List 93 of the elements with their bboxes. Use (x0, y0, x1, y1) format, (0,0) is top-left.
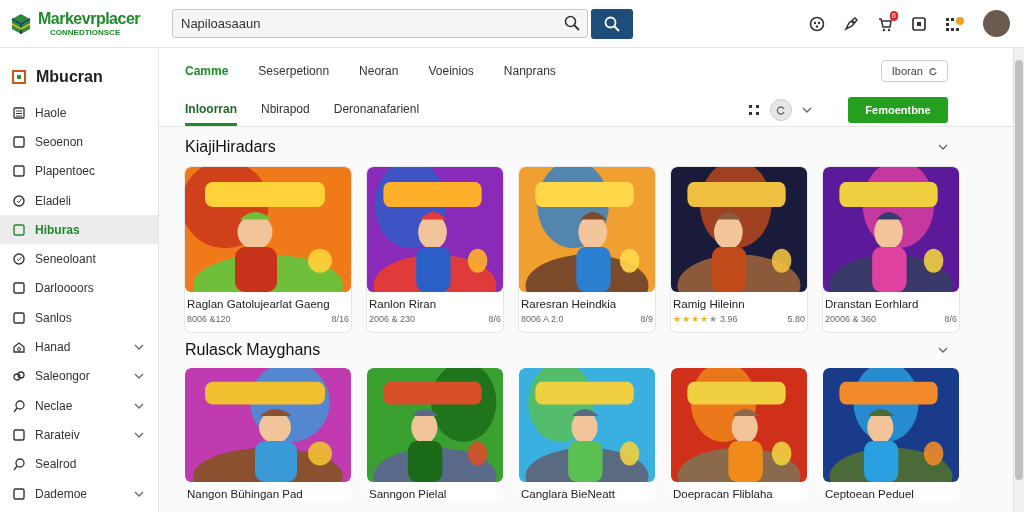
star-icon: ★ (700, 314, 708, 324)
square-icon (12, 134, 26, 149)
list-icon (12, 105, 26, 120)
square-icon (12, 486, 26, 501)
circle-icon (12, 252, 26, 267)
sidebar-item[interactable]: Haole (0, 98, 158, 128)
game-price: 5.80 (787, 314, 805, 324)
game-card[interactable]: Ranlon Riran 2006 & 230 8/6 (367, 167, 503, 332)
refresh-button[interactable] (770, 99, 792, 121)
sidebar-item[interactable]: Saleongor (0, 361, 158, 391)
game-title: Ceptoean Peduel (824, 487, 915, 500)
game-meta: 3.96 (720, 314, 738, 324)
sidebar-item[interactable]: Dademoe (0, 478, 158, 509)
square-icon (12, 281, 26, 296)
collapse-icon (938, 347, 948, 353)
game-card[interactable]: Dranstan Eorhlard 20006 & 360 8/6 (823, 167, 959, 332)
chevron-down-icon (134, 402, 144, 409)
game-price: 8/6 (944, 314, 957, 324)
logo-title: Markevrplacer (38, 10, 140, 28)
game-title: Doepracan Fliblaha (672, 487, 774, 500)
game-title: Raresran Heindkia (520, 297, 618, 310)
sidebar-item[interactable]: Eladeli (0, 185, 158, 216)
tab[interactable]: Voeinios (428, 64, 474, 78)
chevron-down-icon (134, 431, 144, 438)
game-title: Canglara BieNeatt (520, 487, 616, 500)
grid-icon[interactable] (945, 15, 965, 32)
square-icon (12, 427, 26, 442)
cart-icon[interactable] (877, 15, 893, 32)
sidebar-item[interactable]: Darloooors (0, 273, 158, 304)
game-meta: 8006 A 2.0 (521, 314, 564, 324)
chevron-down-icon (134, 373, 144, 380)
sidebar-item[interactable]: Neclae (0, 390, 158, 421)
search-button[interactable] (591, 8, 633, 39)
sidebar-item[interactable]: Seoenon (0, 127, 158, 157)
refresh-icon (929, 67, 937, 75)
sidebar-item[interactable]: Hanad (0, 332, 158, 362)
cube-logo-icon (10, 12, 32, 35)
game-title: Ramig Hileinn (672, 297, 746, 310)
avatar[interactable] (983, 10, 1010, 37)
square-icon (12, 164, 26, 179)
search-icon (604, 15, 620, 32)
refresh-icon (776, 105, 786, 115)
game-meta: 2006 & 230 (369, 314, 416, 324)
scrollbar[interactable] (1013, 48, 1024, 512)
sidebar-item[interactable]: Hiburas (0, 215, 158, 245)
game-card[interactable]: Ramig Hileinn ★★★★★ 3.96 5.80 (671, 167, 807, 332)
game-title: Ranlon Riran (368, 297, 438, 310)
chevron-down-icon (802, 107, 812, 113)
game-card[interactable]: Raresran Heindkia 8006 A 2.0 8/9 (519, 167, 655, 332)
screen-icon[interactable] (911, 15, 927, 32)
sidebar-item[interactable]: Plapentoec (0, 156, 158, 186)
star-icon: ★ (673, 314, 681, 324)
square-icon (12, 222, 26, 237)
tab[interactable]: Seserpetionn (258, 64, 330, 78)
game-title: Nangon Bühingan Pad (186, 487, 304, 500)
game-meta: 20006 & 360 (825, 314, 877, 324)
board-icon (12, 70, 26, 84)
filter-button[interactable]: Iboran (880, 60, 948, 82)
logo-subtitle: CONNEDTIONSCE (50, 28, 122, 37)
sidebar-item[interactable]: Sanlos (0, 303, 158, 333)
game-price: 8/9 (640, 314, 653, 324)
game-title: Raglan Gatolujearlat Gaeng (186, 297, 331, 310)
circle-icon (12, 193, 26, 208)
game-title: Dranstan Eorhlard (824, 297, 920, 310)
game-price: 8/16 (331, 314, 349, 324)
house-icon (12, 340, 26, 354)
sidebar-title: Mbucran (36, 68, 103, 86)
square-icon (12, 310, 26, 325)
search-field[interactable]: Napiloasaaun (172, 9, 588, 38)
sidebar-item[interactable]: Rarateiv (0, 420, 158, 450)
game-meta: 8006 &120 (187, 314, 231, 324)
section-title: Rulasck Mayghans (185, 341, 321, 359)
search-icon (564, 15, 580, 31)
collapse-icon (938, 144, 948, 150)
subtab[interactable]: Inloorran (185, 94, 237, 126)
tab[interactable]: Camme (185, 64, 229, 78)
star-icon: ★ (682, 314, 690, 324)
game-card[interactable]: Raglan Gatolujearlat Gaeng 8006 &120 8/16 (185, 167, 351, 332)
chevron-down-icon (134, 344, 144, 350)
star-icon: ★ (691, 314, 699, 324)
link-icon (12, 369, 26, 384)
section-title: KiajiHiradars (185, 138, 276, 156)
tab[interactable]: Neoran (359, 64, 399, 78)
tab[interactable]: Nanprans (503, 64, 556, 78)
game-title: Sanngon Pielal (368, 487, 448, 500)
star-icon: ★ (709, 314, 717, 324)
game-price: 8/6 (488, 314, 501, 324)
subtab[interactable]: Deronanafarienl (333, 94, 420, 126)
chevron-down-icon (134, 490, 144, 497)
sidebar-item[interactable]: Sealrod (0, 449, 158, 479)
grid-icon (748, 104, 760, 116)
subtab[interactable]: Nbirapod (261, 94, 310, 126)
sidebar-item[interactable]: Seneoloant (0, 244, 158, 274)
